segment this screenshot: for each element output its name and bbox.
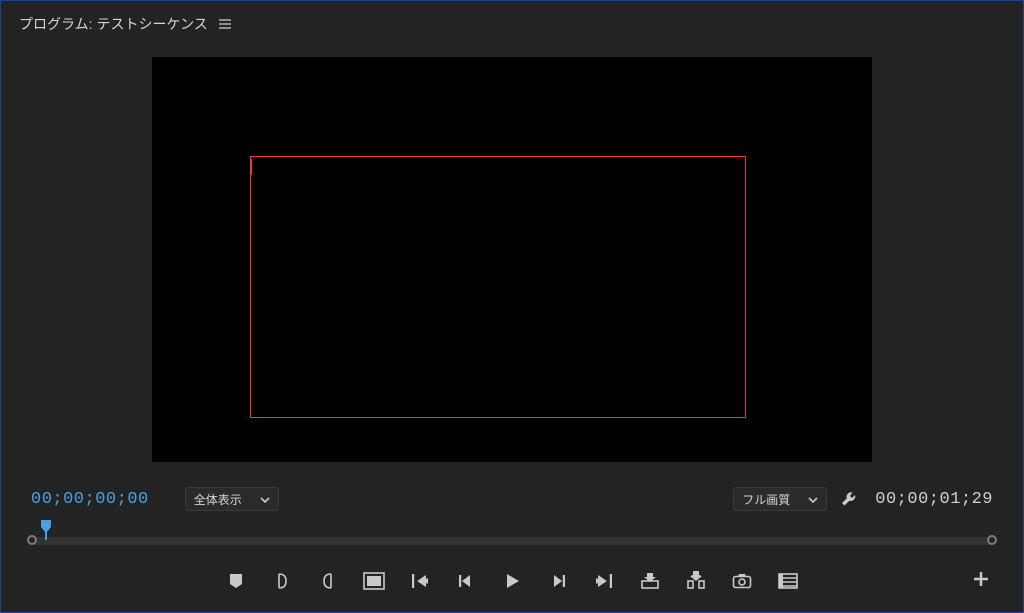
quality-dropdown[interactable]: フル画質 <box>733 487 827 511</box>
panel-label: プログラム: <box>19 14 92 34</box>
settings-wrench-icon[interactable] <box>839 489 859 509</box>
marker-icon[interactable] <box>221 566 251 596</box>
chevron-down-icon <box>260 492 270 506</box>
go-to-out-icon[interactable] <box>589 566 619 596</box>
panel-menu-icon[interactable] <box>218 18 232 30</box>
add-button-icon[interactable] <box>969 567 993 591</box>
quality-label: フル画質 <box>742 491 790 508</box>
safe-margins-icon[interactable] <box>359 566 389 596</box>
out-point-icon[interactable] <box>313 566 343 596</box>
step-forward-icon[interactable] <box>543 566 573 596</box>
export-frame-icon[interactable] <box>727 566 757 596</box>
playhead-icon[interactable] <box>39 520 53 532</box>
shape-anchor-handle[interactable] <box>250 159 252 175</box>
program-monitor-panel: プログラム: テストシーケンス 00;00;00;00 全 <box>0 0 1024 613</box>
panel-inner: プログラム: テストシーケンス 00;00;00;00 全 <box>7 7 1017 606</box>
zoom-fit-label: 全体表示 <box>194 491 242 508</box>
ruler-start-handle[interactable] <box>27 535 37 545</box>
shape-rectangle[interactable] <box>250 156 746 418</box>
play-icon[interactable] <box>497 566 527 596</box>
step-back-icon[interactable] <box>451 566 481 596</box>
in-point-icon[interactable] <box>267 566 297 596</box>
ruler-end-handle[interactable] <box>987 535 997 545</box>
video-canvas[interactable] <box>152 57 872 462</box>
zoom-fit-dropdown[interactable]: 全体表示 <box>185 487 279 511</box>
sequence-name: テストシーケンス <box>96 14 207 34</box>
lift-icon[interactable] <box>635 566 665 596</box>
timecode-current[interactable]: 00;00;00;00 <box>31 490 149 509</box>
panel-header: プログラム: テストシーケンス <box>7 7 1017 41</box>
controls-row: 00;00;00;00 全体表示 フル画質 00;00;01;29 <box>7 482 1017 516</box>
extract-icon[interactable] <box>681 566 711 596</box>
timecode-duration[interactable]: 00;00;01;29 <box>875 490 993 509</box>
time-ruler[interactable] <box>31 523 993 547</box>
chevron-down-icon <box>808 492 818 506</box>
transport-controls <box>7 561 1017 601</box>
ruler-track[interactable] <box>31 537 993 545</box>
comparison-view-icon[interactable] <box>773 566 803 596</box>
video-canvas-area <box>7 57 1017 472</box>
go-to-in-icon[interactable] <box>405 566 435 596</box>
